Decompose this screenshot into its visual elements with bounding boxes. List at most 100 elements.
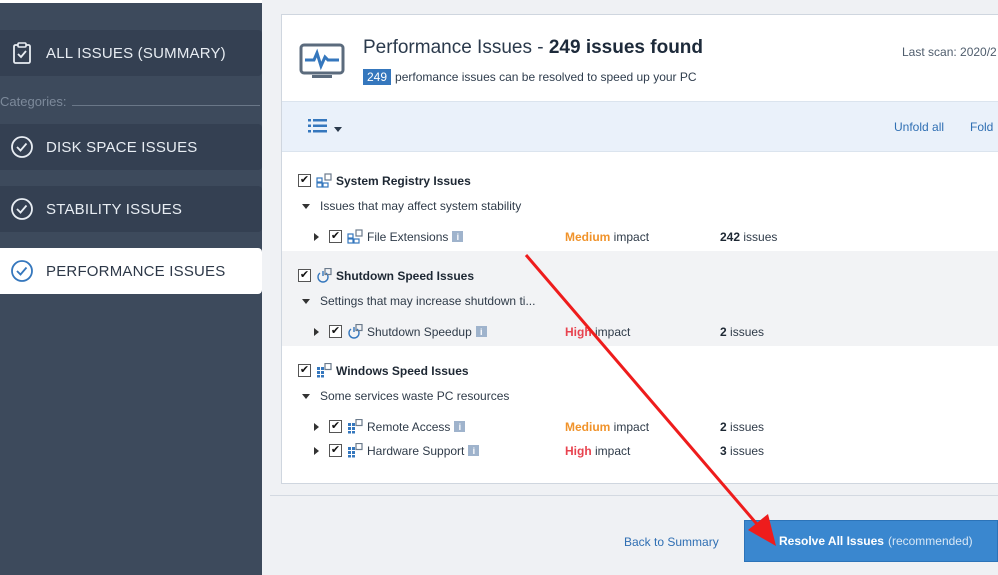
expand-icon[interactable] <box>314 422 319 431</box>
info-icon[interactable]: i <box>468 445 480 456</box>
item-checkbox[interactable]: ✔ <box>329 444 342 457</box>
impact-word: impact <box>610 420 650 434</box>
fold-link[interactable]: Fold <box>970 120 993 134</box>
group-description: Issues that may affect system stability <box>320 199 522 213</box>
windows-icon <box>347 443 363 458</box>
chevron-down-icon <box>334 120 342 138</box>
collapse-icon[interactable] <box>302 393 310 399</box>
group-description: Settings that may increase shutdown ti..… <box>320 294 536 308</box>
issue-count: 242 issues <box>720 230 777 244</box>
count-suffix: issues <box>740 230 778 244</box>
impact-word: impact <box>591 444 631 458</box>
collapse-icon[interactable] <box>302 298 310 304</box>
info-icon[interactable]: i <box>452 231 464 242</box>
back-to-summary-link[interactable]: Back to Summary <box>624 535 719 549</box>
issue-name: Hardware Support <box>367 443 465 458</box>
group-desc-windows-speed[interactable]: Some services waste PC resources <box>302 389 509 403</box>
group-checkbox[interactable]: ✔ <box>298 174 311 187</box>
check-circle-icon <box>8 195 36 223</box>
sidebar-item-label: STABILITY ISSUES <box>46 200 183 218</box>
count-badge: 249 <box>363 69 392 85</box>
sidebar-item-summary[interactable]: ALL ISSUES (SUMMARY) <box>0 30 262 76</box>
power-icon <box>316 268 332 283</box>
impact-word: impact <box>591 325 631 339</box>
windows-icon <box>316 363 332 378</box>
count-suffix: issues <box>726 444 765 458</box>
group-checkbox[interactable]: ✔ <box>298 269 311 282</box>
group-desc-registry[interactable]: Issues that may affect system stability <box>302 199 521 213</box>
item-checkbox[interactable]: ✔ <box>329 420 342 433</box>
info-icon[interactable]: i <box>475 326 487 337</box>
performance-monitor-icon <box>298 41 346 83</box>
clipboard-icon <box>8 39 36 67</box>
issue-name: Shutdown Speedup <box>367 324 472 339</box>
gutter <box>262 0 270 575</box>
issue-count: 3 issues <box>720 444 764 458</box>
sidebar-item-stability[interactable]: STABILITY ISSUES <box>0 186 262 232</box>
group-header-registry[interactable]: ✔ System Registry Issues <box>298 173 471 188</box>
issue-row-hardware-support[interactable]: ✔ Hardware Support i <box>314 443 480 458</box>
sidebar-item-label: DISK SPACE ISSUES <box>46 138 198 156</box>
categories-divider: Categories: <box>0 92 262 110</box>
issue-row-file-extensions[interactable]: ✔ File Extensions i <box>314 229 464 244</box>
sidebar-item-label: PERFORMANCE ISSUES <box>46 262 226 280</box>
expand-icon[interactable] <box>314 232 319 241</box>
impact-label: High impact <box>565 325 630 339</box>
info-icon[interactable]: i <box>454 421 466 432</box>
impact-level: High <box>565 325 592 339</box>
count-number: 3 <box>720 444 727 458</box>
group-checkbox[interactable]: ✔ <box>298 364 311 377</box>
group-header-shutdown[interactable]: ✔ Shutdown Speed Issues <box>298 268 474 283</box>
group-title: Windows Speed Issues <box>336 363 469 378</box>
impact-level: Medium <box>565 420 611 434</box>
group-title: System Registry Issues <box>336 173 471 188</box>
registry-icon <box>316 173 332 188</box>
count-number: 2 <box>720 325 727 339</box>
expand-icon[interactable] <box>314 446 319 455</box>
item-checkbox[interactable]: ✔ <box>329 325 342 338</box>
impact-level: High <box>565 444 592 458</box>
collapse-icon[interactable] <box>302 203 310 209</box>
check-circle-icon <box>8 257 36 285</box>
impact-label: Medium impact <box>565 230 649 244</box>
count-suffix: issues <box>726 420 765 434</box>
resolve-all-button[interactable]: Resolve All Issues (recommended) <box>744 520 998 562</box>
item-checkbox[interactable]: ✔ <box>329 230 342 243</box>
resolve-label: Resolve All Issues <box>779 534 884 548</box>
panel-header: Performance Issues - 249 issues found 24… <box>282 15 998 101</box>
windows-icon <box>347 419 363 434</box>
recommended-label: (recommended) <box>887 534 973 548</box>
power-icon <box>347 324 363 339</box>
sidebar-top-line <box>0 0 262 3</box>
expand-icon[interactable] <box>314 327 319 336</box>
sidebar-item-label: ALL ISSUES (SUMMARY) <box>46 44 226 62</box>
issue-count: 2 issues <box>720 325 764 339</box>
issue-name: File Extensions <box>367 229 449 244</box>
page-title: Performance Issues - 249 issues found <box>363 37 703 59</box>
sidebar-item-disk-space[interactable]: DISK SPACE ISSUES <box>0 124 262 170</box>
divider-line <box>72 104 260 106</box>
sidebar: ALL ISSUES (SUMMARY) Categories: DISK SP… <box>0 0 262 575</box>
view-mode-dropdown[interactable] <box>308 119 342 138</box>
issue-row-remote-access[interactable]: ✔ Remote Access i <box>314 419 466 434</box>
group-header-windows-speed[interactable]: ✔ Windows Speed Issues <box>298 363 469 378</box>
count-number: 2 <box>720 420 727 434</box>
impact-level: Medium <box>565 230 611 244</box>
group-description: Some services waste PC resources <box>320 389 510 403</box>
footer-divider <box>270 495 998 496</box>
group-desc-shutdown[interactable]: Settings that may increase shutdown ti..… <box>302 294 535 308</box>
unfold-all-link[interactable]: Unfold all <box>894 120 944 134</box>
title-count: 249 issues found <box>548 37 704 58</box>
title-prefix: Performance Issues - <box>363 37 549 58</box>
page-subtitle: 249 perfomance issues can be resolved to… <box>363 69 697 85</box>
registry-icon <box>347 229 363 244</box>
issue-name: Remote Access <box>367 419 451 434</box>
toolbar: Unfold all Fold <box>282 101 998 152</box>
impact-label: High impact <box>565 444 630 458</box>
sidebar-item-performance[interactable]: PERFORMANCE ISSUES <box>0 248 262 294</box>
issue-row-shutdown-speedup[interactable]: ✔ Shutdown Speedup i <box>314 324 487 339</box>
last-scan-label: Last scan: 2020/2 <box>902 45 997 59</box>
impact-word: impact <box>610 230 650 244</box>
issue-count: 2 issues <box>720 420 764 434</box>
subtitle-text: perfomance issues can be resolved to spe… <box>395 70 697 84</box>
